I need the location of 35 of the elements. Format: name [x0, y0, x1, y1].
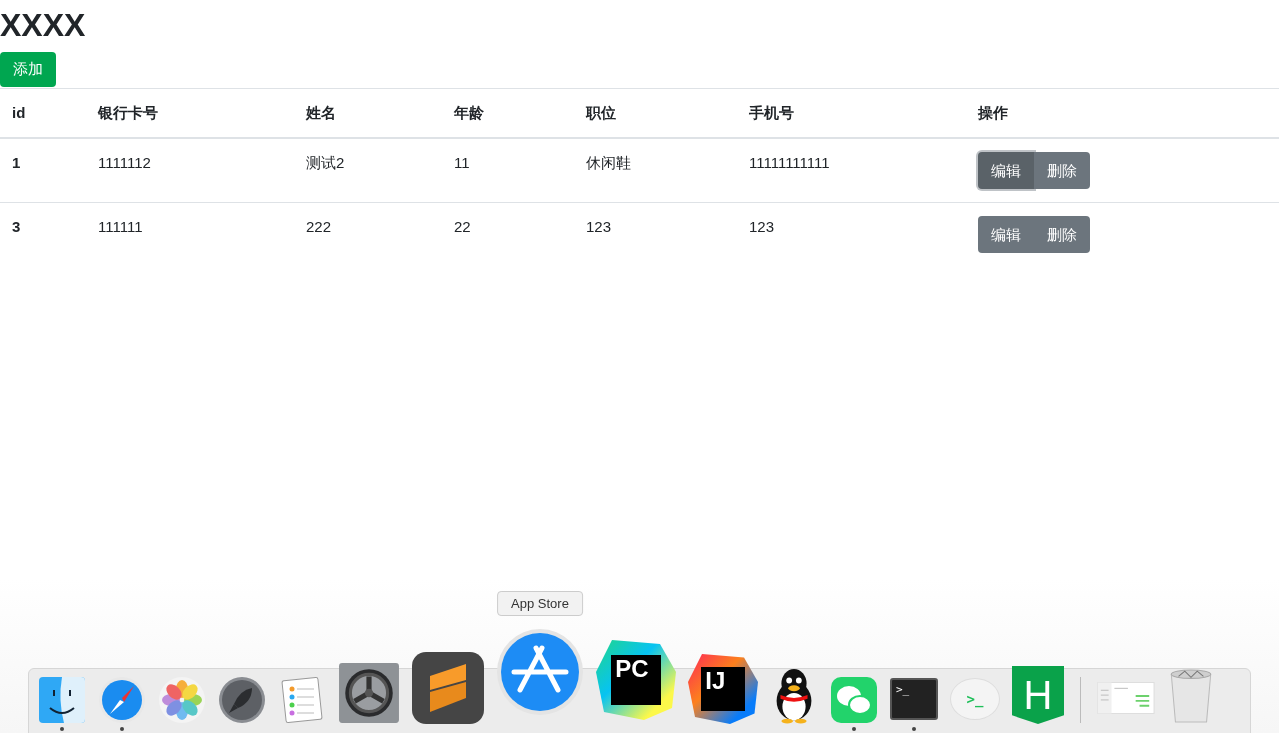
app-store-icon[interactable] [496, 628, 584, 716]
table-cell: 123 [749, 218, 775, 235]
page-title: XXXX [0, 6, 86, 44]
edit-button[interactable]: 编辑 [978, 216, 1034, 253]
column-header: 年龄 [454, 104, 484, 121]
ij-logo-icon[interactable]: IJ [688, 654, 758, 724]
table-cell: 1 [12, 154, 21, 171]
s-logo-icon[interactable] [412, 652, 484, 724]
table-cell: 11 [454, 154, 470, 171]
add-button[interactable]: 添加 [0, 52, 56, 87]
delete-button[interactable]: 删除 [1034, 216, 1090, 253]
table-cell: 222 [306, 218, 332, 235]
flower-icon[interactable] [158, 676, 206, 724]
column-header: id [12, 104, 26, 121]
h-logo-icon[interactable]: H [1012, 666, 1064, 724]
column-header: 操作 [978, 104, 1008, 121]
table-cell: 123 [586, 218, 612, 235]
table-cell: 3 [12, 218, 21, 235]
column-header: 职位 [586, 104, 616, 121]
table-cell: 休闲鞋 [586, 154, 631, 171]
smiling-face-icon[interactable] [38, 676, 86, 724]
column-header: 姓名 [306, 104, 336, 121]
table-cell: 22 [454, 218, 471, 235]
table-cell: 11111111111 [749, 154, 830, 171]
column-header: 银行卡号 [98, 104, 158, 121]
table-cell: 1111112 [98, 154, 151, 171]
tooltip: App Store [497, 591, 583, 616]
terminal-icon[interactable]: >_ [890, 678, 938, 720]
table-cell: 测试2 [306, 154, 345, 171]
chat-bubbles-icon[interactable] [830, 676, 878, 724]
column-header: 手机号 [749, 104, 794, 121]
pc-logo-icon[interactable]: PC [596, 640, 676, 720]
table-cell: 111111 [98, 218, 143, 235]
delete-button[interactable]: 删除 [1034, 152, 1090, 189]
edit-button[interactable]: 编辑 [978, 152, 1034, 189]
